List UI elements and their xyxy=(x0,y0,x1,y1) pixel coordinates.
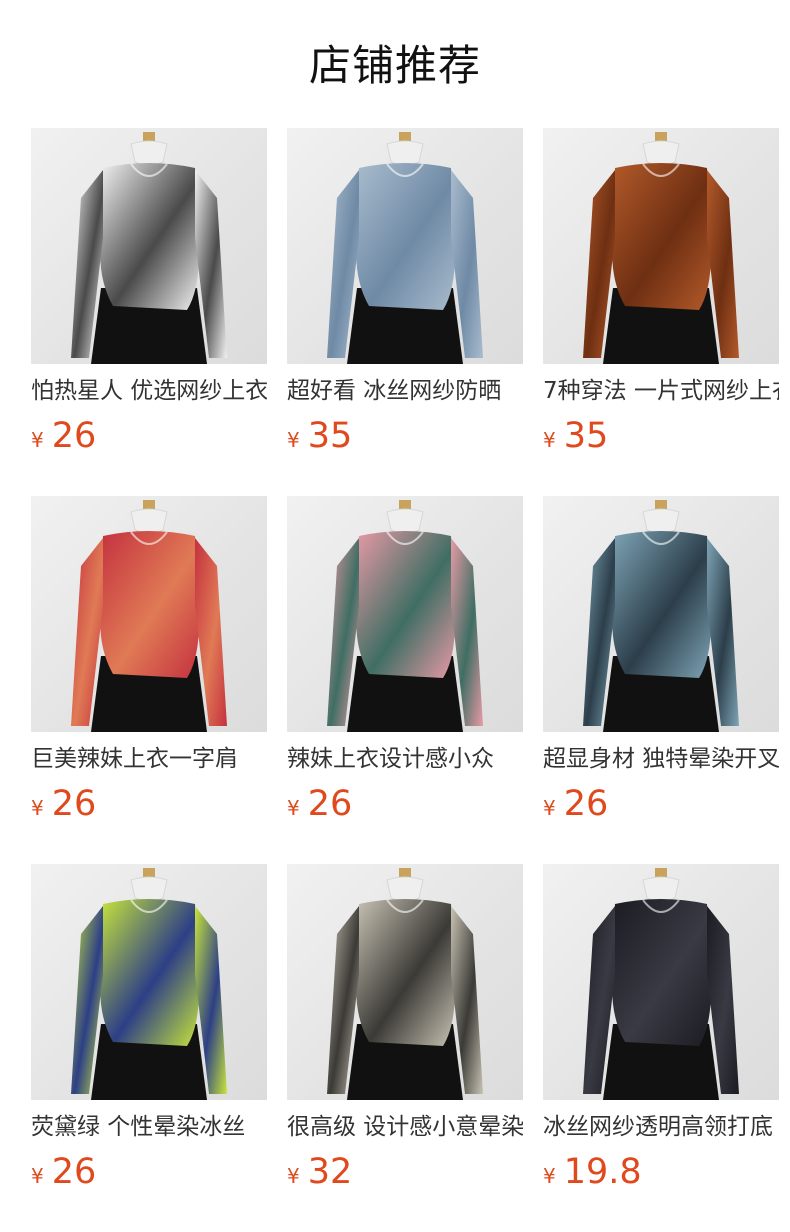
currency-symbol: ¥ xyxy=(543,1164,556,1188)
product-image[interactable] xyxy=(287,864,523,1100)
product-name[interactable]: 冰丝网纱透明高领打底 xyxy=(543,1112,779,1142)
price-value: 26 xyxy=(307,784,353,824)
top-off-shoulder-icon xyxy=(71,500,227,732)
price-value: 32 xyxy=(307,1152,353,1192)
top-black-mesh-icon xyxy=(583,868,739,1100)
currency-symbol: ¥ xyxy=(287,796,300,820)
product-name[interactable]: 很高级 设计感小意晕染 xyxy=(287,1112,523,1142)
product-name[interactable]: 怕热星人 优选网纱上衣 xyxy=(31,376,267,406)
top-blue-marble-icon xyxy=(583,500,739,732)
price-value: 35 xyxy=(563,416,609,456)
product-image[interactable] xyxy=(543,128,779,364)
currency-symbol: ¥ xyxy=(31,796,44,820)
top-bow-wrap-icon xyxy=(583,132,739,364)
price-value: 26 xyxy=(563,784,609,824)
currency-symbol: ¥ xyxy=(543,428,556,452)
product-price: ¥26 xyxy=(31,1150,96,1194)
top-tie-dye-pink-icon xyxy=(327,500,483,732)
product-price: ¥26 xyxy=(31,414,96,458)
product-name[interactable]: 辣妹上衣设计感小众 xyxy=(287,744,523,774)
product-price: ¥26 xyxy=(543,782,608,826)
product-image[interactable] xyxy=(287,128,523,364)
currency-symbol: ¥ xyxy=(287,428,300,452)
product-price: ¥35 xyxy=(543,414,608,458)
price-value: 35 xyxy=(307,416,353,456)
currency-symbol: ¥ xyxy=(31,1164,44,1188)
price-value: 26 xyxy=(51,784,97,824)
product-image[interactable] xyxy=(31,496,267,732)
product-image[interactable] xyxy=(543,864,779,1100)
product-price: ¥19.8 xyxy=(543,1150,642,1194)
price-value: 26 xyxy=(51,1152,97,1192)
product-price: ¥35 xyxy=(287,414,352,458)
product-name[interactable]: 巨美辣妹上衣一字肩 xyxy=(31,744,267,774)
price-value: 19.8 xyxy=(563,1152,642,1192)
currency-symbol: ¥ xyxy=(543,796,556,820)
product-image[interactable] xyxy=(31,128,267,364)
product-image[interactable] xyxy=(287,496,523,732)
currency-symbol: ¥ xyxy=(31,428,44,452)
product-image[interactable] xyxy=(543,496,779,732)
product-name[interactable]: 荧黛绿 个性晕染冰丝 xyxy=(31,1112,267,1142)
top-lace-print-icon xyxy=(71,132,227,364)
top-grey-print-icon xyxy=(327,868,483,1100)
top-neon-tie-dye-icon xyxy=(71,868,227,1100)
price-value: 26 xyxy=(51,416,97,456)
product-price: ¥26 xyxy=(31,782,96,826)
currency-symbol: ¥ xyxy=(287,1164,300,1188)
top-denim-cutout-icon xyxy=(327,132,483,364)
product-image[interactable] xyxy=(31,864,267,1100)
product-name[interactable]: 超好看 冰丝网纱防晒 xyxy=(287,376,523,406)
product-price: ¥32 xyxy=(287,1150,352,1194)
product-price: ¥26 xyxy=(287,782,352,826)
product-name[interactable]: 超显身材 独特晕染开叉 xyxy=(543,744,779,774)
page-title: 店铺推荐 xyxy=(308,41,481,90)
product-name[interactable]: 7种穿法 一片式网纱上衣 xyxy=(543,376,779,406)
